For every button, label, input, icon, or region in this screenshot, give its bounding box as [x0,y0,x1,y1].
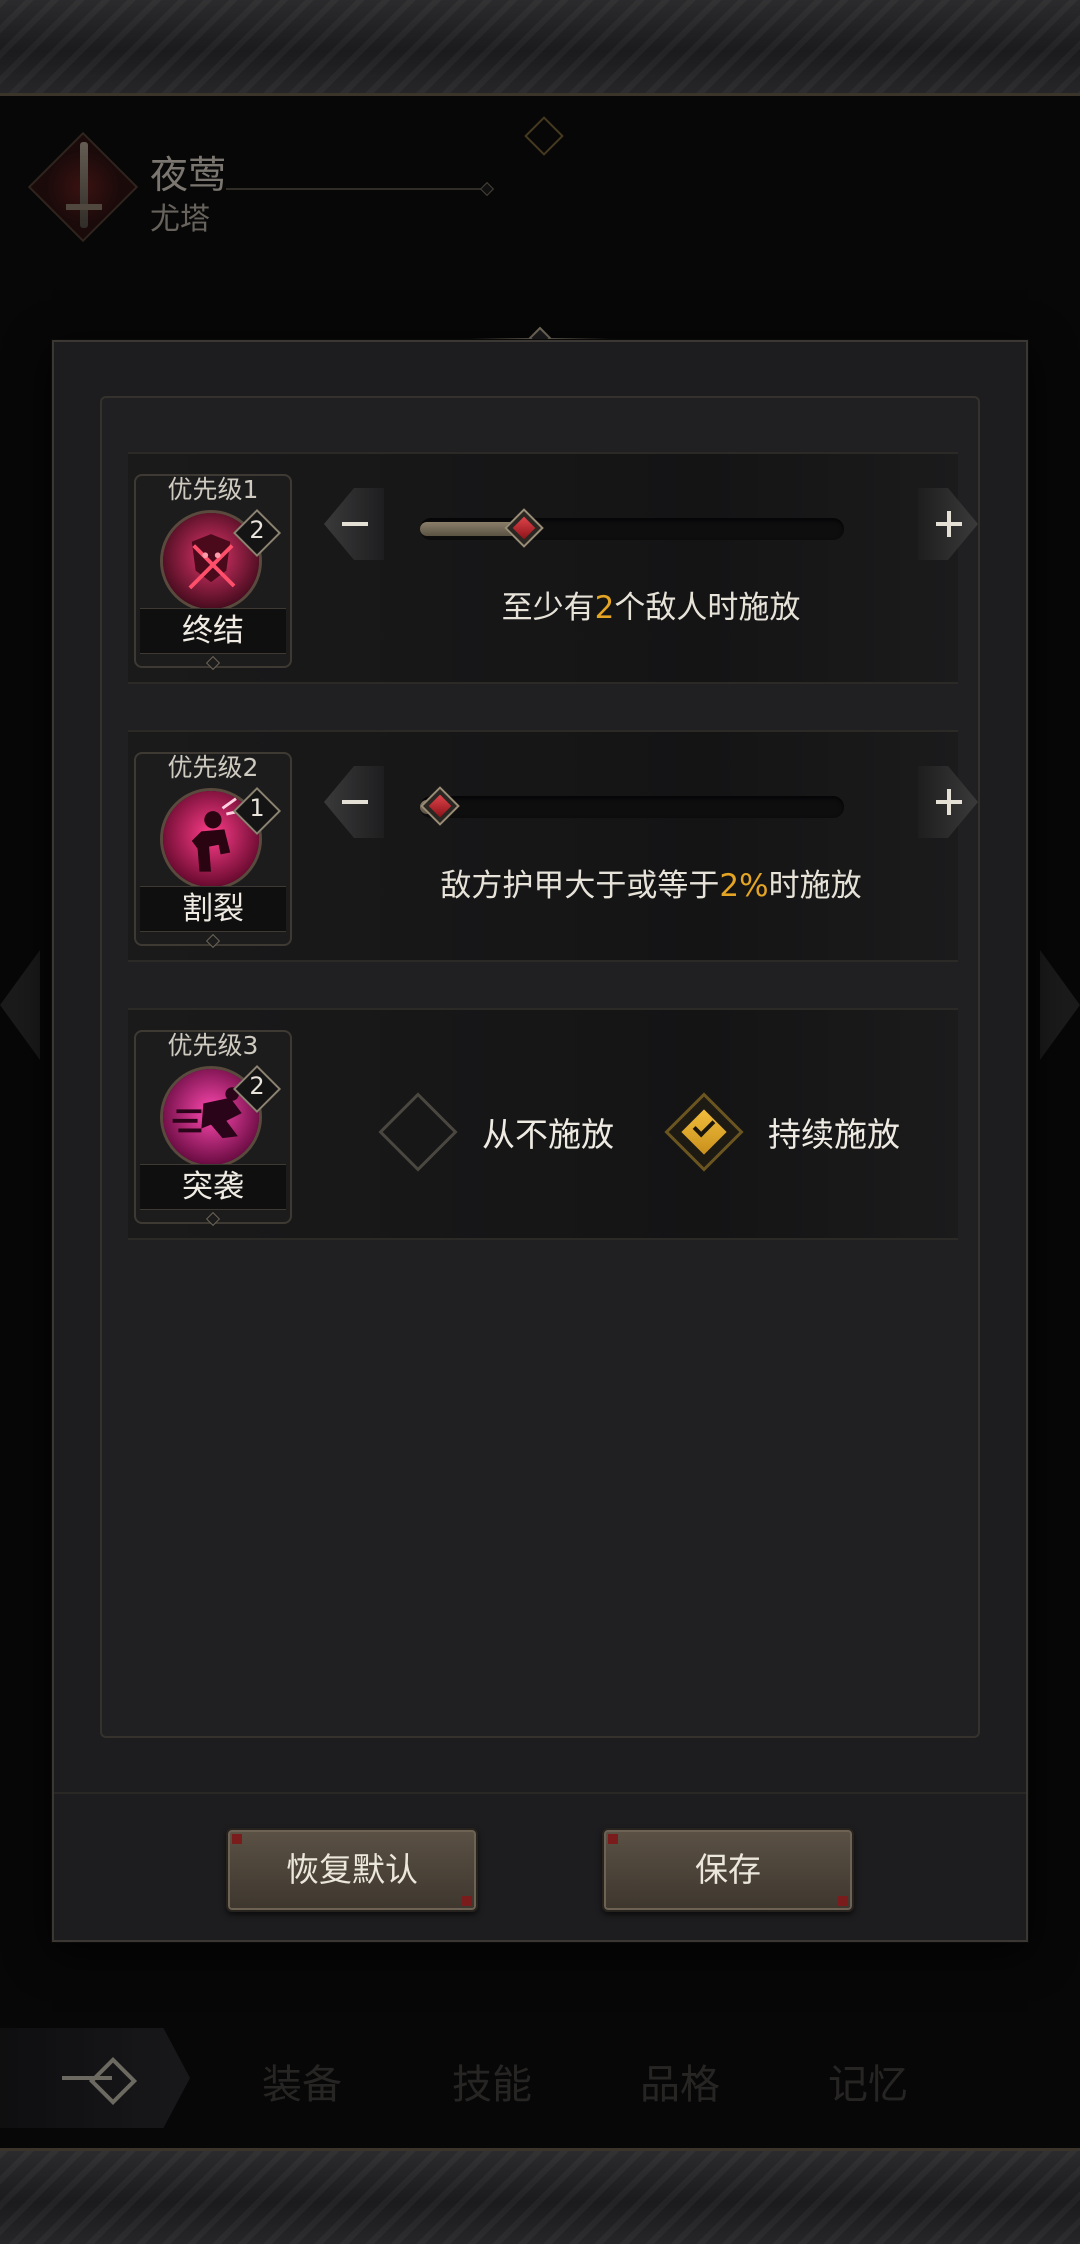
skill-count-badge: 2 [232,508,282,558]
skill-row: 优先级2 1 割裂 敌方护甲大于或等于2%时施放 [128,730,978,962]
option-label: 从不施放 [482,1115,614,1154]
option-always-cast[interactable]: 持续施放 [664,1092,928,1172]
skill-name: 割裂 [140,886,286,932]
skill-card: 优先级1 2 终结 [134,474,292,671]
skill-name: 突袭 [140,1164,286,1210]
decrease-button[interactable] [324,488,384,560]
skill-priority-dialog: 优先级1 2 终结 至少有2个敌人时施放 优先级2 1 割裂 敌方护甲大于或等于… [52,340,1028,1942]
app-root: 夜莺 尤塔 装备 技能 品格 记忆 优先级1 2 终结 至少有2个敌人时施放 优… [0,0,1080,2244]
skill-priority-label: 优先级3 [167,1031,259,1060]
skill-count-badge: 2 [232,1064,282,1114]
skill-condition-text: 至少有2个敌人时施放 [501,590,801,626]
skill-list-panel: 优先级1 2 终结 至少有2个敌人时施放 优先级2 1 割裂 敌方护甲大于或等于… [100,396,980,1738]
slider-thumb[interactable] [504,508,545,548]
skill-count-badge: 1 [232,786,282,836]
reset-default-button[interactable]: 恢复默认 [226,1828,478,1912]
skill-condition-text: 敌方护甲大于或等于2%时施放 [440,868,862,904]
skill-card: 优先级2 1 割裂 [134,752,292,949]
option-never-cast[interactable]: 从不施放 [378,1092,642,1172]
option-label: 持续施放 [768,1115,900,1154]
condition-slider[interactable] [420,508,844,548]
checkbox-unchecked-icon [378,1092,458,1172]
skill-row: 优先级3 2 突袭 从不施放 持续施放 [128,1008,958,1240]
condition-slider[interactable] [420,786,844,826]
top-frame [0,0,1080,96]
condition-value: 2 [594,590,615,626]
slider-thumb[interactable] [420,786,460,826]
bottom-frame [0,2148,1080,2244]
skill-priority-label: 优先级1 [167,475,259,504]
skill-priority-label: 优先级2 [167,753,259,782]
increase-button[interactable] [918,766,978,838]
skill-name: 终结 [140,608,286,654]
increase-button[interactable] [918,488,978,560]
skill-row: 优先级1 2 终结 至少有2个敌人时施放 [128,452,978,684]
save-button[interactable]: 保存 [602,1828,854,1912]
condition-value: 2% [719,868,769,904]
skill-card: 优先级3 2 突袭 [134,1030,292,1227]
decrease-button[interactable] [324,766,384,838]
